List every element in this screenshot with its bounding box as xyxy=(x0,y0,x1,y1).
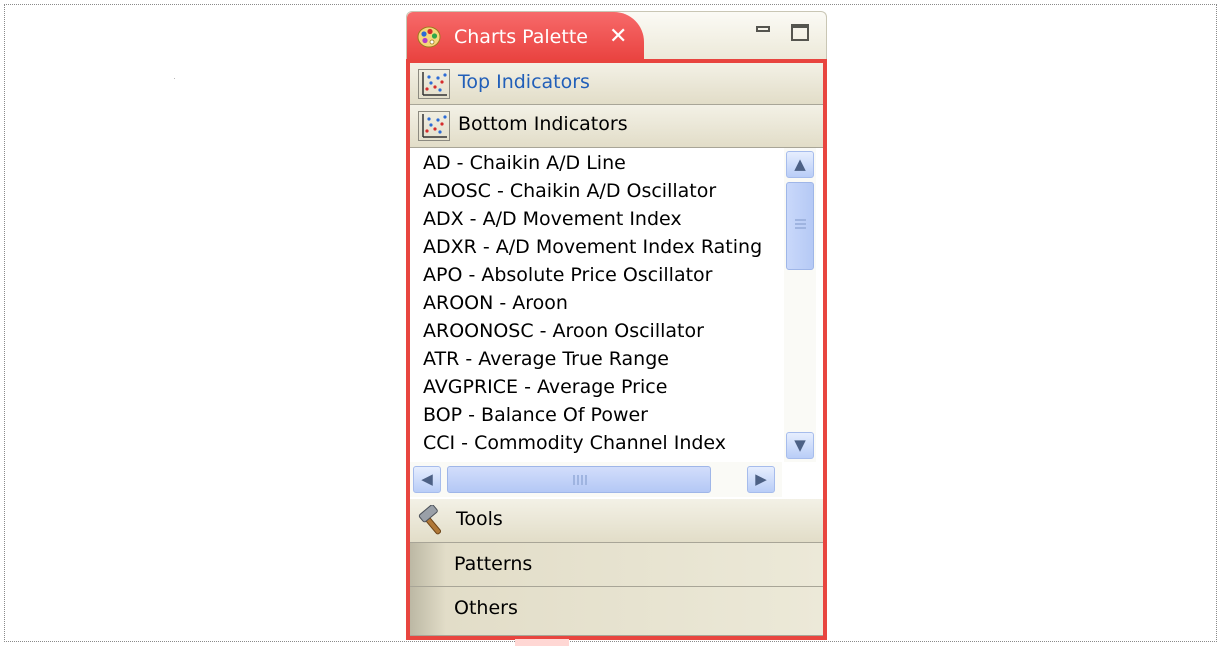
thumb-grip-icon xyxy=(795,219,806,221)
thumb-grip-icon xyxy=(585,475,587,485)
charts-palette-view: Charts Palette ✕ Top Indicators Bottom I… xyxy=(406,11,827,640)
list-viewport: AD - Chaikin A/D Line ADOSC - Chaikin A/… xyxy=(410,148,782,462)
drawer-others[interactable]: Others xyxy=(410,587,823,636)
hammer-icon xyxy=(418,505,442,535)
drawer-label: Top Indicators xyxy=(458,71,590,93)
scroll-down-button[interactable]: ▼ xyxy=(786,432,814,459)
drawer-label: Tools xyxy=(456,508,503,530)
vertical-scrollbar[interactable]: ▲ ▼ xyxy=(784,148,816,462)
scrollbar-corner xyxy=(784,462,816,497)
list-item[interactable]: APO - Absolute Price Oscillator xyxy=(423,261,712,289)
list-item[interactable]: AROONOSC - Aroon Oscillator xyxy=(423,317,704,345)
thumb-grip-icon xyxy=(573,475,575,485)
close-icon[interactable]: ✕ xyxy=(609,24,627,49)
drawer-bottom-indicators[interactable]: Bottom Indicators xyxy=(410,105,823,148)
list-item[interactable]: AROON - Aroon xyxy=(423,289,568,317)
scroll-right-button[interactable]: ▶ xyxy=(747,466,775,493)
horizontal-scrollbar[interactable]: ◀ ▶ xyxy=(410,462,782,497)
thumb-grip-icon xyxy=(581,475,583,485)
drawer-patterns[interactable]: Patterns xyxy=(410,543,823,587)
list-item[interactable]: ATR - Average True Range xyxy=(423,345,669,373)
bottom-indicators-list: AD - Chaikin A/D Line ADOSC - Chaikin A/… xyxy=(410,148,823,499)
list-item[interactable]: AVGPRICE - Average Price xyxy=(423,373,667,401)
palette-icon xyxy=(417,26,441,48)
palette-body: Top Indicators Bottom Indicators AD - Ch… xyxy=(406,59,827,640)
minimize-icon[interactable] xyxy=(756,26,770,32)
charts-palette-tab[interactable]: Charts Palette ✕ xyxy=(407,12,644,64)
list-item[interactable]: ADXR - A/D Movement Index Rating xyxy=(423,233,762,261)
indicator-chart-icon xyxy=(418,111,450,141)
stray-dot xyxy=(174,78,175,79)
drawer-top-indicators[interactable]: Top Indicators xyxy=(410,63,823,105)
thumb-grip-icon xyxy=(795,227,806,229)
indicator-chart-icon xyxy=(418,69,450,99)
list-item[interactable]: CCI - Commodity Channel Index xyxy=(423,429,726,457)
drawer-tools[interactable]: Tools xyxy=(410,499,823,543)
list-item[interactable]: AD - Chaikin A/D Line xyxy=(423,149,626,177)
maximize-icon[interactable] xyxy=(791,24,809,41)
list-item[interactable]: ADOSC - Chaikin A/D Oscillator xyxy=(423,177,716,205)
list-item[interactable]: ADX - A/D Movement Index xyxy=(423,205,682,233)
drawer-label: Patterns xyxy=(454,553,533,575)
vertical-scroll-thumb[interactable] xyxy=(786,182,814,270)
thumb-grip-icon xyxy=(577,475,579,485)
view-title: Charts Palette xyxy=(454,26,588,48)
horizontal-scroll-thumb[interactable] xyxy=(447,466,711,493)
list-item[interactable]: BOP - Balance Of Power xyxy=(423,401,648,429)
scroll-up-button[interactable]: ▲ xyxy=(786,151,814,178)
faint-highlight xyxy=(515,639,569,646)
thumb-grip-icon xyxy=(795,223,806,225)
drawer-label: Bottom Indicators xyxy=(458,113,628,135)
drawer-label: Others xyxy=(454,597,518,619)
view-tab-bar: Charts Palette ✕ xyxy=(406,11,827,64)
scroll-left-button[interactable]: ◀ xyxy=(413,466,441,493)
